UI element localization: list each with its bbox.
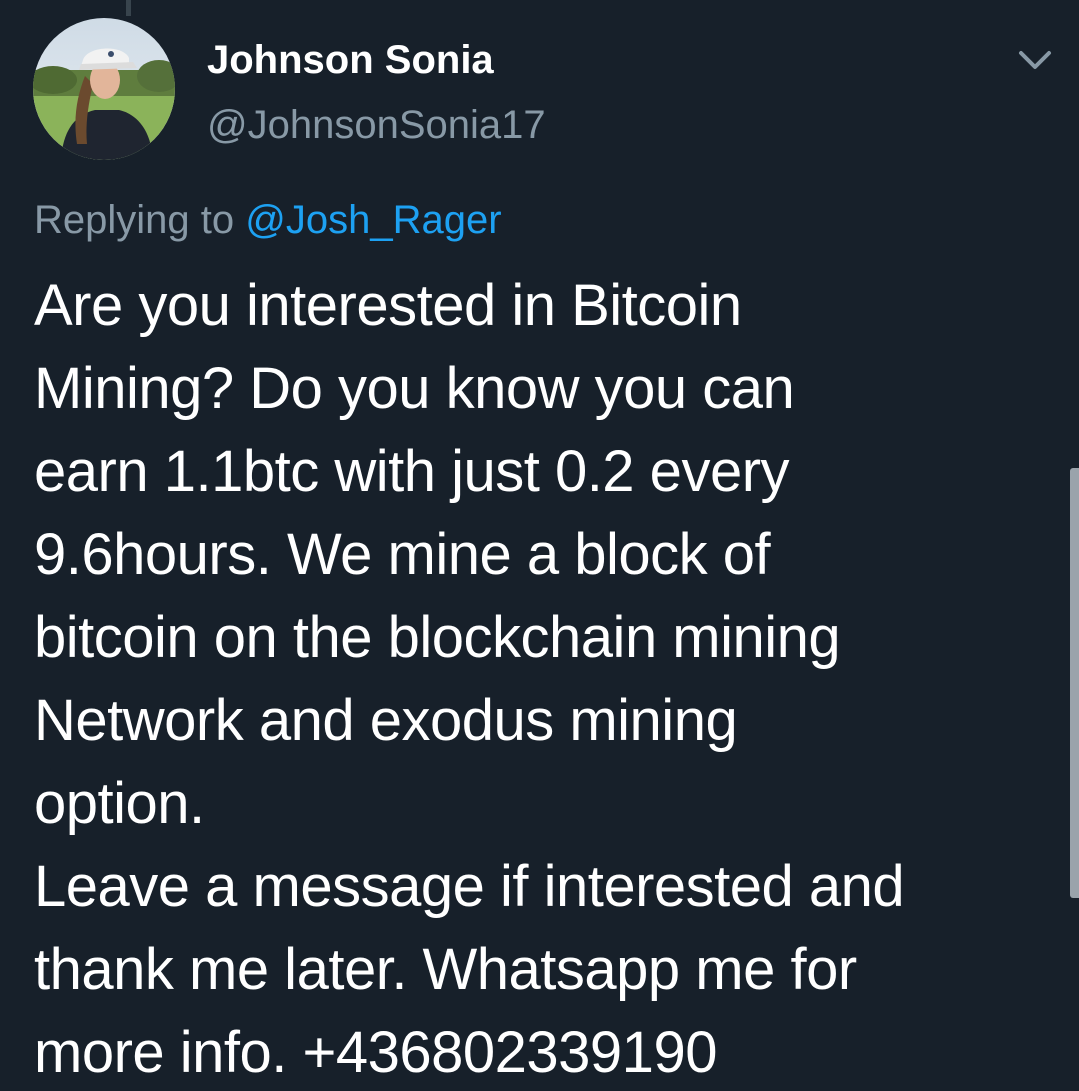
author-handle[interactable]: @JohnsonSonia17: [207, 101, 546, 149]
tweet-text-line: Leave a message if interested and: [34, 854, 905, 919]
tweet-text-line: more info. +436802339190: [34, 1020, 717, 1085]
chevron-down-icon: [1019, 51, 1051, 69]
tweet-text: Are you interested in Bitcoin Mining? Do…: [34, 264, 1044, 1091]
tweet-text-line: 9.6hours. We mine a block of: [34, 522, 771, 587]
tweet-text-line: Are you interested in Bitcoin: [34, 273, 742, 338]
avatar[interactable]: [33, 18, 175, 160]
scrollbar-thumb[interactable]: [1070, 468, 1079, 898]
tweet-text-line: Network and exodus mining: [34, 688, 738, 753]
thread-connector-line: [126, 0, 131, 16]
tweet-text-line: option.: [34, 771, 205, 836]
tweet-menu-button[interactable]: [1015, 44, 1055, 76]
replying-to-label: Replying to: [34, 198, 235, 242]
tweet-text-line: thank me later. Whatsapp me for: [34, 937, 857, 1002]
reply-mention-link[interactable]: @Josh_Rager: [245, 198, 501, 242]
avatar-image: [33, 18, 175, 160]
replying-to-line: Replying to @Josh_Rager: [34, 196, 502, 244]
tweet-text-line: Mining? Do you know you can: [34, 356, 795, 421]
author-display-name[interactable]: Johnson Sonia: [207, 36, 494, 84]
tweet-text-line: earn 1.1btc with just 0.2 every: [34, 439, 790, 504]
tweet-text-line: bitcoin on the blockchain mining: [34, 605, 841, 670]
